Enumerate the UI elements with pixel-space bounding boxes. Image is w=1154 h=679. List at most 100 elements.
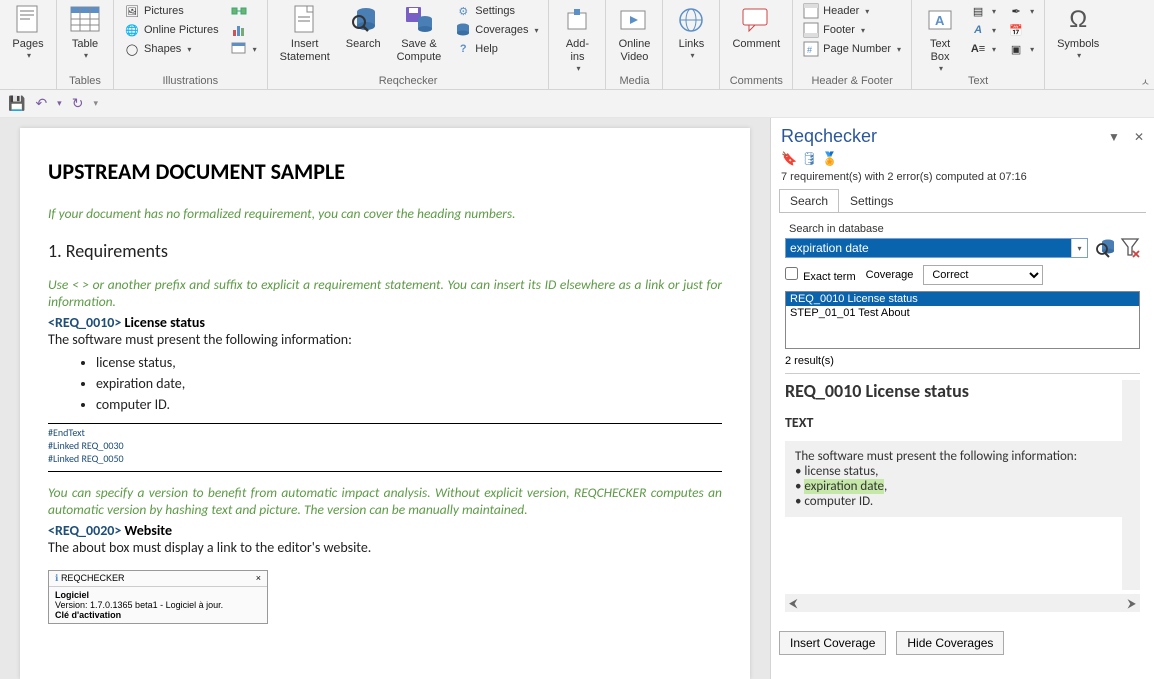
footer-button[interactable]: Footer▾: [799, 21, 905, 39]
group-label-illustrations: Illustrations: [120, 75, 261, 89]
quick-parts-button[interactable]: ▤▾: [966, 2, 1000, 20]
help-button[interactable]: ?Help: [451, 40, 542, 58]
search-combo[interactable]: ▾: [785, 238, 1088, 258]
video-icon: [618, 4, 650, 36]
scroll-down-icon[interactable]: ⮟: [1126, 577, 1135, 590]
addins-label: Add- ins: [566, 38, 589, 64]
comment-button[interactable]: Comment: [726, 2, 786, 53]
date-time-button[interactable]: 📅: [1004, 21, 1038, 39]
chart-button[interactable]: [227, 21, 261, 39]
date-icon: 📅: [1008, 22, 1024, 38]
collapse-ribbon-button[interactable]: ㅅ: [1141, 74, 1150, 89]
group-media: Online Video Media: [606, 0, 663, 89]
group-pages: Pages ▾: [0, 0, 57, 89]
undo-dropdown[interactable]: ▾: [57, 98, 62, 109]
online-video-button[interactable]: Online Video: [612, 2, 656, 66]
insert-statement-button[interactable]: Insert Statement: [274, 2, 336, 66]
database-icon[interactable]: 🛢: [801, 151, 818, 167]
screenshot-icon: [231, 41, 247, 57]
exact-term-checkbox[interactable]: Exact term: [785, 267, 856, 283]
parts-icon: ▤: [970, 3, 986, 19]
ribbon: Pages ▾ Table ▾ Tables 🖼Pictures 🌐Online…: [0, 0, 1154, 90]
detail-intro: The software must present the following …: [795, 449, 1112, 464]
desc-text-2: You can specify a version to benefit fro…: [48, 484, 722, 518]
quick-access-toolbar: 💾 ↶ ▾ ↻ ▾: [0, 90, 1154, 118]
save-compute-button[interactable]: Save & Compute: [391, 2, 448, 66]
qat-customize[interactable]: ▾: [93, 98, 98, 109]
group-label-comments: Comments: [726, 75, 786, 89]
req-0010-heading: <REQ_0010> License status: [48, 314, 722, 331]
clear-filter-icon[interactable]: [1120, 237, 1140, 259]
table-label: Table: [72, 38, 98, 51]
search-input[interactable]: [786, 239, 1071, 257]
addins-button[interactable]: Add- ins ▾: [555, 2, 599, 75]
help-icon: ?: [455, 41, 471, 57]
search-db-icon: [347, 4, 379, 36]
insert-coverage-button[interactable]: Insert Coverage: [779, 631, 886, 655]
object-button[interactable]: ▣▾: [1004, 40, 1038, 58]
screenshot-button[interactable]: ▾: [227, 40, 261, 58]
req-0020-heading: <REQ_0020> Website: [48, 522, 722, 539]
chevron-down-icon[interactable]: ▾: [1071, 239, 1087, 257]
panel-status: 7 requirement(s) with 2 error(s) compute…: [771, 171, 1154, 189]
scroll-right-icon[interactable]: ⮞: [1127, 596, 1136, 611]
undo-icon[interactable]: ↶: [35, 95, 47, 112]
chevron-down-icon: ▾: [576, 64, 580, 73]
about-line: Version: 1.7.0.1365 beta1 - Logiciel à j…: [55, 600, 261, 610]
scroll-left-icon[interactable]: ⮜: [789, 596, 798, 611]
page-number-icon: #: [803, 41, 819, 57]
smartart-button[interactable]: [227, 2, 261, 20]
symbols-button[interactable]: Ω Symbols ▾: [1051, 2, 1105, 62]
search-db-icon[interactable]: [1094, 237, 1116, 259]
coverages-button[interactable]: Coverages▾: [451, 21, 542, 39]
result-row[interactable]: REQ_0010 License status: [786, 292, 1139, 306]
table-button[interactable]: Table ▾: [63, 2, 107, 62]
req-0020-text: The about box must display a link to the…: [48, 539, 722, 556]
desc-text-1: Use < > or another prefix and suffix to …: [48, 276, 722, 310]
tab-settings[interactable]: Settings: [839, 189, 904, 213]
document-area[interactable]: UPSTREAM DOCUMENT SAMPLE If your documen…: [0, 118, 770, 679]
panel-title: Reqchecker: [781, 126, 877, 147]
links-button[interactable]: Links ▾: [669, 2, 713, 62]
signature-icon: ✒: [1008, 3, 1024, 19]
result-row[interactable]: STEP_01_01 Test About: [786, 306, 1139, 320]
horizontal-scrollbar[interactable]: ⮜⮞: [785, 594, 1140, 612]
drop-cap-button[interactable]: A≡▾: [966, 40, 1000, 58]
pages-button[interactable]: Pages ▾: [6, 2, 50, 62]
panel-menu-icon[interactable]: ▼: [1108, 130, 1120, 144]
detail-item: • license status,: [795, 464, 1112, 479]
save-icon[interactable]: 💾: [8, 95, 25, 112]
group-illustrations: 🖼Pictures 🌐Online Pictures ◯Shapes▾ ▾ Il…: [114, 0, 268, 89]
panel-icons: 🔖 🛢 🏅: [771, 151, 1154, 171]
result-count: 2 result(s): [785, 353, 1140, 374]
signature-button[interactable]: ✒▾: [1004, 2, 1038, 20]
addin-icon: [561, 4, 593, 36]
tag-icon[interactable]: 🔖: [781, 151, 797, 167]
detail-title: REQ_0010 License status: [785, 380, 1122, 402]
settings-button[interactable]: ⚙Settings: [451, 2, 542, 20]
pictures-button[interactable]: 🖼Pictures: [120, 2, 223, 20]
close-icon[interactable]: ✕: [1134, 130, 1144, 144]
award-icon[interactable]: 🏅: [822, 151, 838, 167]
online-pictures-button[interactable]: 🌐Online Pictures: [120, 21, 223, 39]
shapes-button[interactable]: ◯Shapes▾: [120, 40, 223, 58]
endtext-tag: #EndText: [48, 426, 722, 439]
panel-tabs: Search Settings: [771, 189, 1154, 213]
page-number-button[interactable]: #Page Number▾: [799, 40, 905, 58]
group-label-reqchecker: Reqchecker: [274, 75, 543, 89]
close-icon[interactable]: ×: [256, 573, 261, 584]
header-button[interactable]: Header▾: [799, 2, 905, 20]
tab-search[interactable]: Search: [779, 189, 839, 213]
vertical-scrollbar[interactable]: ⮝⮟: [1122, 380, 1140, 590]
scroll-up-icon[interactable]: ⮝: [1126, 380, 1135, 393]
search-button[interactable]: Search: [340, 2, 387, 53]
group-links: Links ▾: [663, 0, 720, 89]
chevron-down-icon: ▾: [27, 51, 31, 60]
about-title: ℹ REQCHECKER: [55, 573, 124, 584]
coverage-select[interactable]: Correct: [923, 265, 1043, 285]
hide-coverages-button[interactable]: Hide Coverages: [896, 631, 1004, 655]
redo-icon[interactable]: ↻: [72, 95, 84, 112]
text-box-button[interactable]: A Text Box ▾: [918, 2, 962, 75]
results-list[interactable]: REQ_0010 License status STEP_01_01 Test …: [785, 291, 1140, 349]
wordart-button[interactable]: A▾: [966, 21, 1000, 39]
